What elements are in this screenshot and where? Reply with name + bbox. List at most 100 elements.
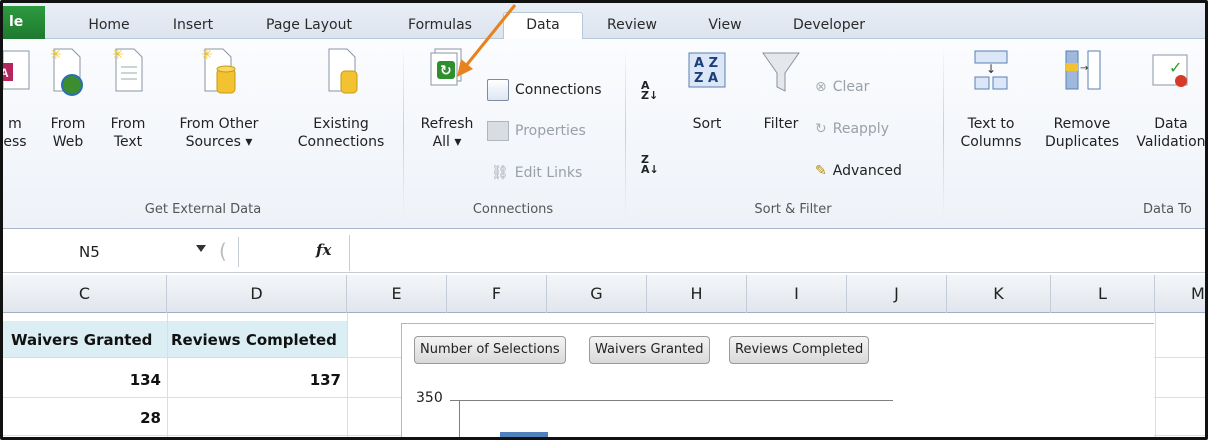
legend-item-number-of-selections[interactable]: Number of Selections — [414, 336, 566, 364]
legend-item-reviews-completed[interactable]: Reviews Completed — [729, 336, 870, 364]
y-axis-tick-label: 350 — [416, 390, 443, 406]
column-header-c[interactable]: C — [3, 275, 167, 313]
edit-links-button[interactable]: ⛓ Edit Links — [491, 165, 582, 181]
tab-formulas[interactable]: Formulas — [395, 13, 485, 39]
column-header-k[interactable]: K — [947, 275, 1051, 313]
existing-label-2: Connections — [297, 134, 385, 150]
reapply-icon: ↻ — [815, 121, 827, 137]
column-header-d[interactable]: D — [167, 275, 347, 313]
legend-item-waivers-granted[interactable]: Waivers Granted — [589, 336, 710, 364]
chain-link-icon: ⛓ — [491, 165, 509, 181]
advanced-label: Advanced — [832, 163, 902, 179]
refresh-label-2: All ▾ — [432, 134, 462, 150]
excel-window: le Home Insert Page Layout Formulas Data… — [0, 0, 1208, 440]
clear-filter-icon: ⊗ — [815, 79, 827, 95]
sort-dialog-icon: A Z Z A — [688, 52, 726, 88]
group-separator — [943, 45, 944, 217]
formula-input[interactable] — [349, 235, 1205, 271]
from-access-button[interactable]: A m ess — [3, 45, 35, 151]
connections-icon — [487, 79, 509, 101]
column-header-j[interactable]: J — [847, 275, 947, 313]
clear-filter-button[interactable]: ⊗ Clear — [815, 79, 869, 95]
sort-a-to-z-button[interactable]: A Z↓ — [641, 79, 659, 102]
chart-gridline — [450, 400, 893, 401]
cell-c-row2[interactable]: 134 — [3, 371, 161, 389]
text-file-icon: ✳ — [112, 47, 143, 92]
group-label-data-tools: Data To — [1143, 202, 1192, 217]
chart-y-axis — [459, 400, 460, 437]
from-text-label-2: Text — [113, 134, 143, 150]
cell-c-header[interactable]: Waivers Granted — [11, 331, 152, 349]
from-text-label-1: From — [110, 116, 146, 132]
insert-function-button[interactable]: fx — [316, 241, 331, 259]
column-line — [1155, 313, 1156, 437]
from-web-button[interactable]: ✳ From Web — [45, 45, 91, 151]
group-separator — [403, 45, 404, 217]
column-header-l[interactable]: L — [1051, 275, 1155, 313]
remove-duplicates-label-1: Remove — [1053, 116, 1111, 132]
embedded-chart[interactable]: Number of Selections Waivers Granted Rev… — [401, 323, 1154, 437]
column-header-e[interactable]: E — [347, 275, 447, 313]
clear-label: Clear — [832, 79, 870, 95]
reapply-button[interactable]: ↻ Reapply — [815, 121, 889, 137]
connections-label: Connections — [515, 82, 602, 98]
advanced-filter-icon: ✎ — [815, 163, 827, 179]
tab-page-layout[interactable]: Page Layout — [253, 13, 365, 39]
from-web-label-2: Web — [52, 134, 84, 150]
data-validation-icon: ✓ — [1152, 54, 1188, 87]
svg-text:↻: ↻ — [440, 63, 452, 79]
from-text-button[interactable]: ✳ From Text — [105, 45, 151, 151]
existing-connections-button[interactable]: Existing Connections — [287, 45, 395, 151]
sort-label: Sort — [692, 116, 722, 132]
properties-button[interactable]: Properties — [487, 121, 586, 141]
sort-z-to-a-button[interactable]: Z A↓ — [641, 153, 659, 176]
cell-c-row3[interactable]: 28 — [3, 409, 161, 427]
group-separator — [625, 45, 626, 217]
data-validation-button[interactable]: ✓ Data Validation — [1129, 45, 1205, 151]
column-header-m[interactable]: M — [1155, 275, 1205, 313]
tab-view[interactable]: View — [697, 13, 753, 39]
properties-label: Properties — [515, 123, 586, 139]
tab-review[interactable]: Review — [595, 13, 669, 39]
svg-text:✳: ✳ — [112, 47, 124, 63]
cell-d-header[interactable]: Reviews Completed — [171, 331, 337, 349]
refresh-all-button[interactable]: ↻ Refresh All ▾ — [411, 45, 483, 151]
access-icon: A — [3, 50, 30, 90]
chevron-down-icon[interactable] — [196, 245, 206, 253]
group-label-connections: Connections — [472, 202, 554, 217]
chart-bar[interactable] — [500, 432, 548, 437]
refresh-label-1: Refresh — [420, 116, 474, 132]
tab-data[interactable]: Data — [503, 12, 583, 40]
svg-text:↓: ↓ — [986, 62, 996, 76]
advanced-filter-button[interactable]: ✎ Advanced — [815, 163, 902, 179]
column-header-h[interactable]: H — [647, 275, 747, 313]
cell-d-row2[interactable]: 137 — [167, 371, 341, 389]
tab-file[interactable]: le — [3, 6, 45, 39]
tab-insert[interactable]: Insert — [163, 13, 223, 39]
from-web-label-1: From — [50, 116, 86, 132]
from-access-label-2: ess — [3, 134, 27, 150]
svg-text:→: → — [1080, 63, 1088, 74]
tab-home[interactable]: Home — [81, 13, 137, 39]
sort-ascending-icon: A Z↓ — [641, 79, 659, 102]
existing-label-1: Existing — [313, 116, 369, 132]
formula-bar: N5 ( fx — [3, 233, 1205, 273]
text-to-columns-label-2: Columns — [960, 134, 1022, 150]
edit-links-label: Edit Links — [514, 165, 583, 181]
web-page-globe-icon: ✳ — [50, 47, 83, 96]
sort-button[interactable]: A Z Z A Sort — [677, 45, 737, 133]
column-header-i[interactable]: I — [747, 275, 847, 313]
remove-duplicates-button[interactable]: → Remove Duplicates — [1035, 45, 1129, 151]
column-header-g[interactable]: G — [547, 275, 647, 313]
tab-developer[interactable]: Developer — [779, 13, 879, 39]
text-to-columns-button[interactable]: ↓ Text to Columns — [949, 45, 1033, 151]
cancel-formula-icon[interactable]: ( — [219, 239, 227, 263]
svg-text:✓: ✓ — [1169, 58, 1182, 77]
connections-button[interactable]: Connections — [487, 79, 602, 101]
filter-label: Filter — [763, 116, 799, 132]
from-other-sources-button[interactable]: ✳ From Other Sources ▾ — [169, 45, 269, 151]
filter-button[interactable]: Filter — [751, 45, 811, 133]
column-header-f[interactable]: F — [447, 275, 547, 313]
group-label-get-external-data: Get External Data — [144, 202, 262, 217]
sort-descending-icon: Z A↓ — [641, 153, 659, 176]
